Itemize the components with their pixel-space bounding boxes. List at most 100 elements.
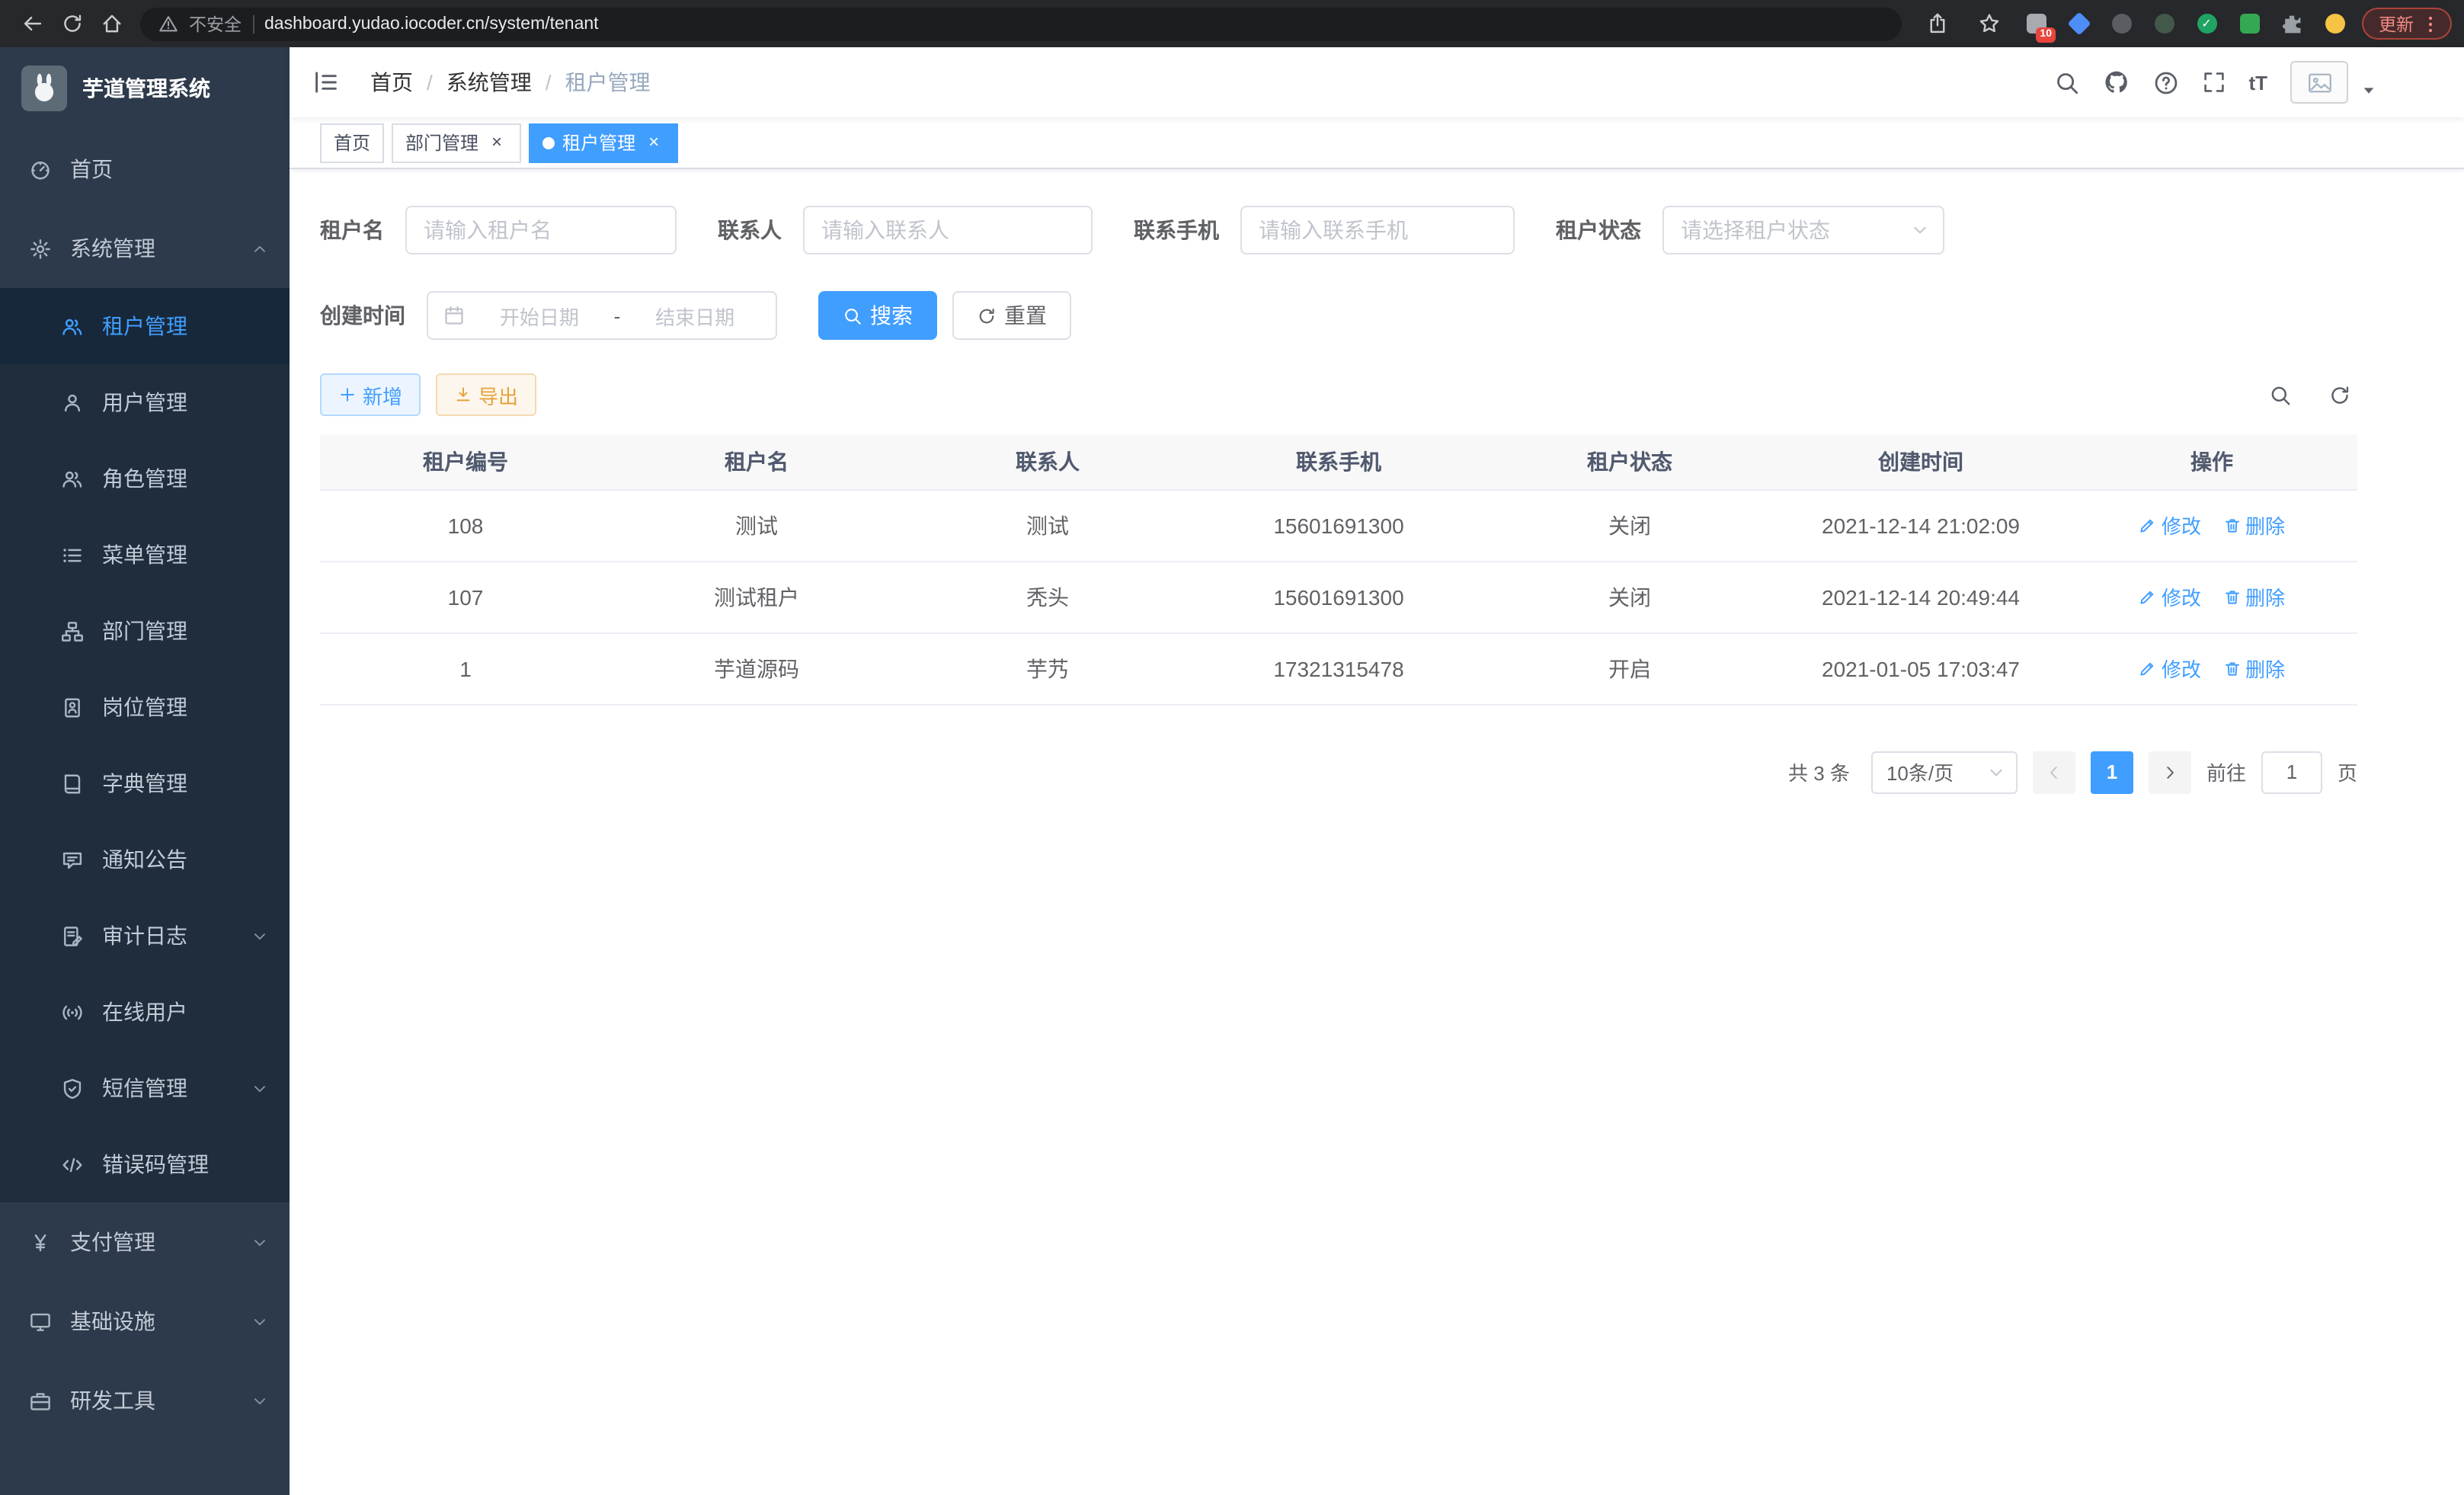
tab-tenant[interactable]: 租户管理× — [529, 123, 678, 162]
extension-icon[interactable] — [2063, 8, 2094, 39]
sidebar-item-role[interactable]: 角色管理 — [0, 440, 290, 517]
filter-label-status: 租户状态 — [1556, 215, 1641, 245]
tab-home[interactable]: 首页 — [320, 123, 384, 162]
cell-phone: 15601691300 — [1193, 561, 1484, 632]
sidebar-item-dept[interactable]: 部门管理 — [0, 593, 290, 669]
tenant-table: 租户编号租户名联系人联系手机租户状态创建时间操作 108测试测试15601691… — [320, 434, 2357, 705]
reload-icon[interactable] — [52, 4, 91, 43]
update-button[interactable]: 更新 — [2362, 8, 2452, 40]
edit-link[interactable]: 修改 — [2139, 582, 2201, 611]
tab-label: 部门管理 — [405, 130, 478, 155]
sidebar-item-audit-log[interactable]: 审计日志 — [0, 898, 290, 974]
devtool-icon — [29, 1389, 52, 1412]
sidebar-item-pay[interactable]: 支付管理 — [0, 1202, 290, 1282]
cell-id: 108 — [320, 489, 611, 561]
breadcrumb: 首页/系统管理/租户管理 — [370, 67, 651, 98]
sidebar-item-infra[interactable]: 基础设施 — [0, 1282, 290, 1361]
extension-icon[interactable] — [2149, 8, 2179, 39]
extension-icon[interactable] — [2106, 8, 2136, 39]
pagination-total: 共 3 条 — [1788, 757, 1850, 786]
export-button[interactable]: 导出 — [436, 373, 536, 416]
home-icon[interactable] — [91, 4, 131, 43]
extension-icon[interactable]: ✓ — [2191, 8, 2222, 39]
page-size-select[interactable]: 10条/页 — [1871, 751, 2018, 793]
search-icon[interactable] — [2053, 69, 2079, 95]
bookmark-star-icon[interactable] — [1969, 4, 2008, 43]
sidebar-item-home[interactable]: 首页 — [0, 130, 290, 209]
notice-icon — [61, 848, 84, 871]
filter-row-2: 创建时间 开始日期 - 结束日期 搜索 重置 — [320, 291, 2357, 340]
column-header: 租户名 — [611, 434, 902, 489]
next-page-button[interactable] — [2149, 751, 2191, 793]
font-size-icon[interactable]: tT — [2248, 71, 2267, 94]
profile-avatar-icon[interactable] — [2319, 8, 2350, 39]
page-1-button[interactable]: 1 — [2091, 751, 2133, 793]
pagination: 共 3 条 10条/页 1 前往 页 — [320, 751, 2357, 793]
chevron-down-icon — [251, 1234, 268, 1250]
breadcrumb-item[interactable]: 系统管理 — [446, 67, 532, 98]
sidebar-item-devtool[interactable]: 研发工具 — [0, 1361, 290, 1440]
sidebar-item-error-code[interactable]: 错误码管理 — [0, 1126, 290, 1202]
update-label: 更新 — [2379, 11, 2414, 36]
extension-icon[interactable]: 10 — [2021, 8, 2051, 39]
caret-down-icon[interactable] — [2360, 82, 2377, 98]
github-icon[interactable] — [2102, 69, 2130, 96]
hide-search-icon[interactable] — [2269, 383, 2292, 406]
tab-close-icon[interactable]: × — [643, 132, 664, 153]
gear-icon — [29, 237, 52, 260]
share-icon[interactable] — [1917, 4, 1957, 43]
sidebar-item-post[interactable]: 岗位管理 — [0, 669, 290, 745]
extension-badge: 10 — [2036, 27, 2056, 42]
sidebar-item-online-user[interactable]: 在线用户 — [0, 974, 290, 1050]
chevron-down-icon — [251, 1080, 268, 1096]
delete-link[interactable]: 删除 — [2222, 582, 2285, 611]
sidebar-item-sms[interactable]: 短信管理 — [0, 1050, 290, 1126]
sidebar-item-label: 租户管理 — [102, 311, 268, 341]
chevron-down-icon — [1987, 763, 2005, 781]
sidebar-item-user[interactable]: 用户管理 — [0, 364, 290, 440]
tab-dept[interactable]: 部门管理 × — [392, 123, 521, 162]
sidebar-item-system[interactable]: 系统管理 — [0, 209, 290, 288]
sidebar-item-dict[interactable]: 字典管理 — [0, 745, 290, 821]
download-icon — [454, 386, 472, 404]
url-bar[interactable]: 不安全 dashboard.yudao.iocoder.cn/system/te… — [140, 7, 1902, 40]
help-icon[interactable] — [2152, 69, 2178, 95]
cell-status: 关闭 — [1484, 561, 1775, 632]
sidebar-item-tenant[interactable]: 租户管理 — [0, 288, 290, 364]
back-icon[interactable] — [12, 4, 52, 43]
active-tab-dot — [542, 136, 555, 149]
sidebar-item-notice[interactable]: 通知公告 — [0, 821, 290, 898]
extension-icon[interactable] — [2234, 8, 2264, 39]
delete-link[interactable]: 删除 — [2222, 654, 2285, 683]
refresh-table-icon[interactable] — [2328, 383, 2351, 406]
phone-input[interactable] — [1240, 206, 1515, 255]
tab-close-icon[interactable]: × — [486, 132, 507, 153]
avatar[interactable] — [2290, 61, 2348, 104]
tenant-status-select[interactable]: 请选择租户状态 — [1662, 206, 1944, 255]
cell-phone: 17321315478 — [1193, 632, 1484, 704]
hamburger-fold-icon[interactable] — [312, 64, 349, 101]
navbar: 首页/系统管理/租户管理 tT — [290, 47, 2464, 117]
create-time-range-picker[interactable]: 开始日期 - 结束日期 — [427, 291, 777, 340]
edit-link[interactable]: 修改 — [2139, 654, 2201, 683]
extensions-puzzle-icon[interactable] — [2277, 8, 2307, 39]
delete-link[interactable]: 删除 — [2222, 511, 2285, 539]
cell-name: 测试 — [611, 489, 902, 561]
sidebar-item-label: 审计日志 — [102, 920, 233, 951]
sidebar-item-label: 错误码管理 — [102, 1149, 268, 1180]
breadcrumb-item[interactable]: 首页 — [370, 67, 413, 98]
sidebar-item-label: 基础设施 — [70, 1306, 233, 1337]
add-button[interactable]: 新增 — [320, 373, 421, 416]
edit-link[interactable]: 修改 — [2139, 511, 2201, 539]
fullscreen-icon[interactable] — [2201, 70, 2226, 94]
contact-input[interactable] — [803, 206, 1093, 255]
goto-page-input[interactable] — [2261, 751, 2322, 793]
sidebar-item-menu[interactable]: 菜单管理 — [0, 517, 290, 593]
prev-page-button[interactable] — [2033, 751, 2075, 793]
search-button-label: 搜索 — [870, 300, 913, 331]
tenant-name-input[interactable] — [405, 206, 677, 255]
tab-label: 首页 — [334, 130, 370, 155]
logo[interactable]: 芋道管理系统 — [0, 47, 290, 130]
search-button[interactable]: 搜索 — [818, 291, 937, 340]
reset-button[interactable]: 重置 — [952, 291, 1071, 340]
